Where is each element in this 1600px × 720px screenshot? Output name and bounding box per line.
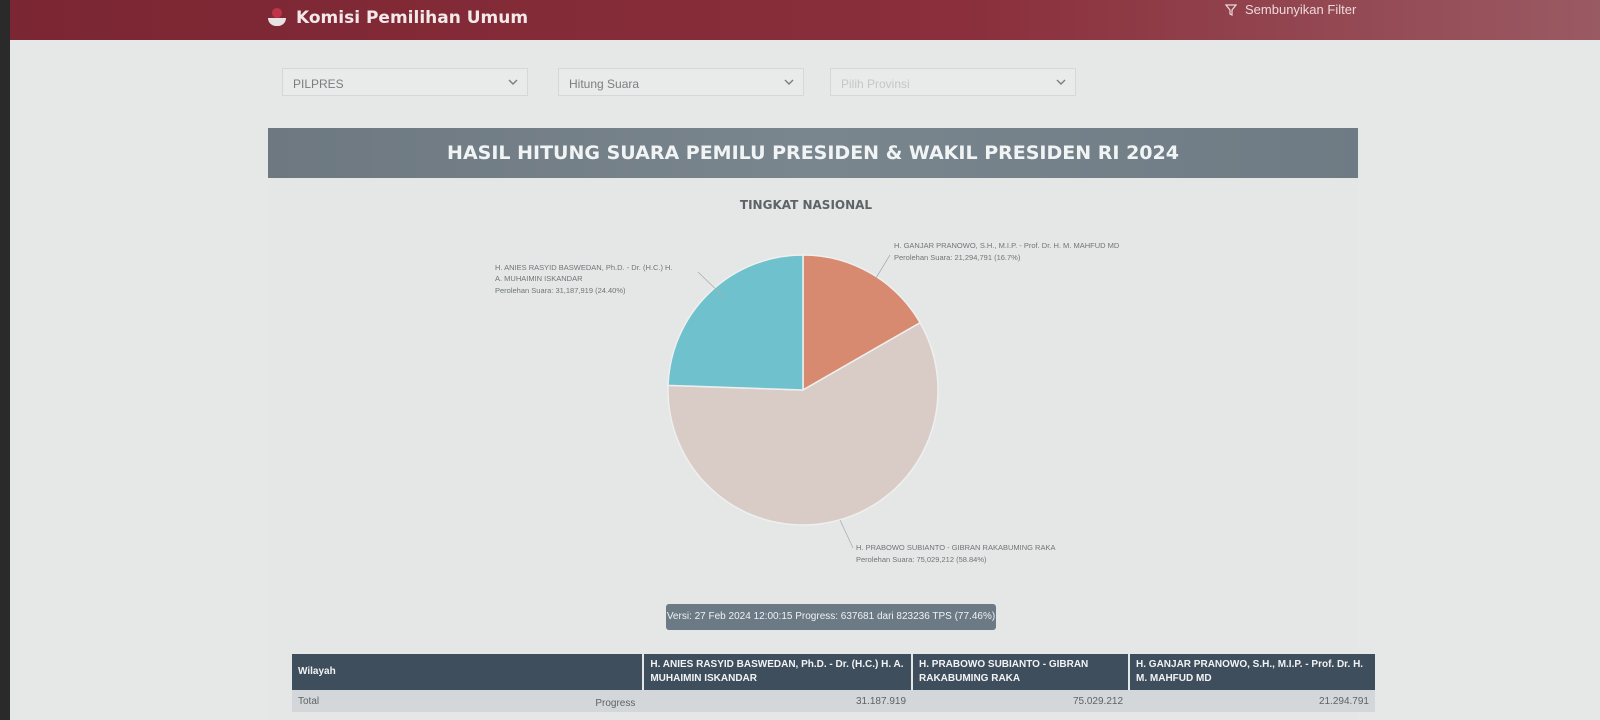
slice-label-ganjar-votes: Perolehan Suara: 21,294,791 (16.7%) xyxy=(894,253,1021,262)
progress-label: Progress xyxy=(595,698,636,709)
slice-label-ganjar-name: H. GANJAR PRANOWO, S.H., M.I.P. - Prof. … xyxy=(894,241,1120,250)
results-table: Wilayah H. ANIES RASYID BASWEDAN, Ph.D. … xyxy=(292,654,1375,712)
header-ganjar[interactable]: H. GANJAR PRANOWO, S.H., M.I.P. - Prof. … xyxy=(1129,654,1375,690)
slice-label-prabowo-name: H. PRABOWO SUBIANTO - GIBRAN RAKABUMING … xyxy=(856,543,1055,552)
total-anies: 31.187.919 xyxy=(643,690,913,712)
header-anies[interactable]: H. ANIES RASYID BASWEDAN, Ph.D. - Dr. (H… xyxy=(643,654,914,690)
slice-label-prabowo-votes: Perolehan Suara: 75,029,212 (58.84%) xyxy=(856,555,987,564)
version-badge: Versi: 27 Feb 2024 12:00:15 Progress: 63… xyxy=(666,604,996,630)
slice-label-anies-votes: Perolehan Suara: 31,187,919 (24.40%) xyxy=(495,286,626,295)
pie-chart: H. ANIES RASYID BASWEDAN, Ph.D. - Dr. (H… xyxy=(495,241,1120,564)
header-wilayah[interactable]: Wilayah xyxy=(292,654,645,690)
table-header-row: Wilayah H. ANIES RASYID BASWEDAN, Ph.D. … xyxy=(292,654,1375,690)
slice-leader-prabowo xyxy=(839,519,854,549)
browser-frame: Komisi Pemilihan Umum Sembunyikan Filter… xyxy=(10,0,1600,720)
pie-slice-anies[interactable] xyxy=(667,254,804,391)
total-label: Total xyxy=(298,695,320,707)
total-cell: Total Progress xyxy=(292,690,644,712)
slice-label-anies-name-2: A. MUHAIMIN ISKANDAR xyxy=(495,274,583,283)
total-ganjar: 21.294.791 xyxy=(1129,690,1375,712)
header-prabowo[interactable]: H. PRABOWO SUBIANTO - GIBRAN RAKABUMING … xyxy=(912,654,1131,690)
slice-leader-ganjar xyxy=(875,254,891,279)
total-prabowo: 75.029.212 xyxy=(912,690,1130,712)
table-row: Total Progress 31.187.919 75.029.212 21.… xyxy=(292,690,1375,712)
slice-label-anies-name: H. ANIES RASYID BASWEDAN, Ph.D. - Dr. (H… xyxy=(495,263,673,272)
